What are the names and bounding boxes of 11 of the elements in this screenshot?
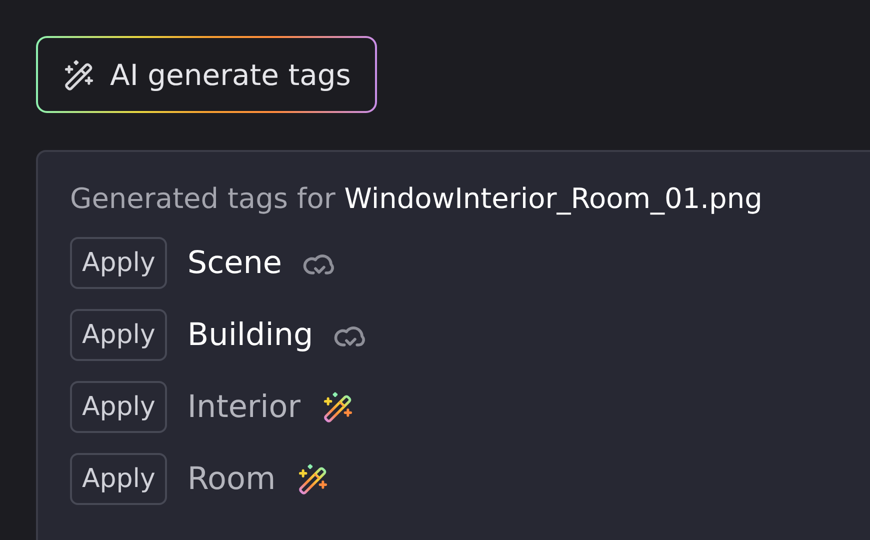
- apply-button[interactable]: Apply: [70, 237, 168, 289]
- magic-wand-icon: [62, 58, 96, 92]
- tag-name: Room: [187, 461, 276, 497]
- panel-title: Generated tags for WindowInterior_Room_01.png: [70, 182, 764, 215]
- tag-name: Scene: [187, 245, 282, 281]
- tag-name: Building: [187, 317, 314, 353]
- apply-button[interactable]: Apply: [70, 309, 168, 361]
- apply-button[interactable]: Apply: [70, 453, 168, 505]
- apply-button[interactable]: Apply: [70, 381, 168, 433]
- tag-name: Interior: [187, 389, 300, 425]
- ai-generate-tags-button[interactable]: AI generate tags: [36, 36, 377, 113]
